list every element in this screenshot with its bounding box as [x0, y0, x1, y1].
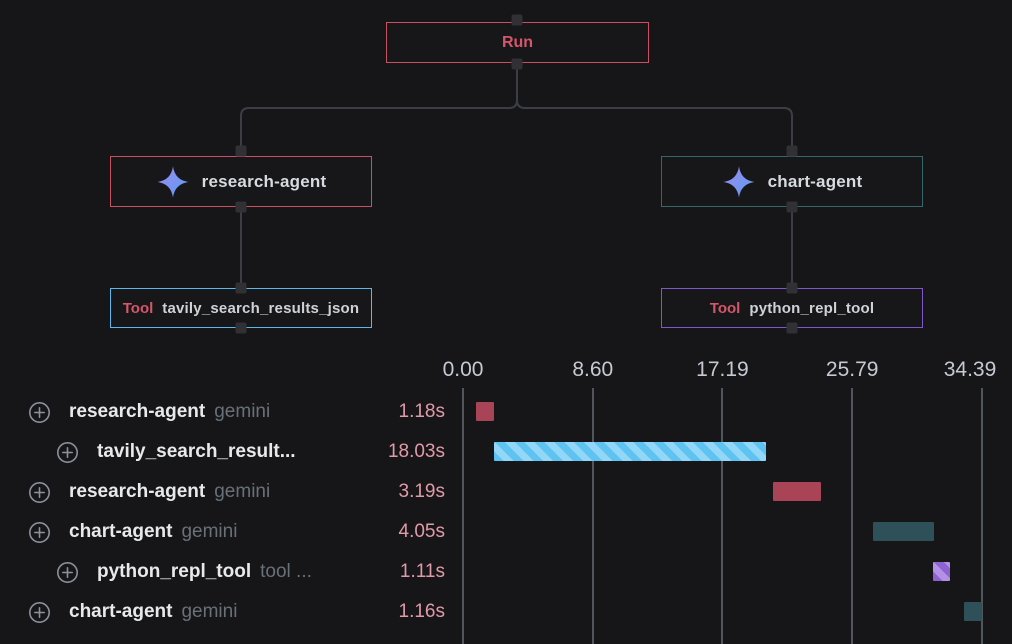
gantt-bar[interactable] — [773, 482, 821, 501]
connector-handle — [787, 146, 798, 157]
node-run[interactable]: Run — [386, 22, 649, 63]
row-name: python_repl_tool — [97, 561, 251, 583]
row-subtitle: gemini — [214, 481, 270, 503]
run-node-label: Run — [502, 34, 533, 52]
node-tool-python-repl[interactable]: Tool python_repl_tool — [661, 288, 923, 328]
row-name: chart-agent — [69, 601, 172, 623]
axis-tick-label: 25.79 — [826, 358, 879, 382]
tool-badge: Tool — [123, 300, 154, 317]
row-name: research-agent — [69, 401, 205, 423]
row-name: chart-agent — [69, 521, 172, 543]
axis-tick-label: 8.60 — [572, 358, 613, 382]
row-name: tavily_search_result... — [97, 441, 296, 463]
gantt-bar[interactable] — [494, 442, 766, 461]
tool-node-label: python_repl_tool — [749, 300, 874, 317]
edge-run-to-research — [241, 64, 517, 150]
row-subtitle: gemini — [214, 401, 270, 423]
trace-row[interactable]: python_repl_tool tool ... 1.11s — [0, 552, 1012, 592]
node-tool-tavily-search[interactable]: Tool tavily_search_results_json — [110, 288, 372, 328]
expand-plus-icon[interactable] — [28, 401, 51, 424]
gantt-timeline: 0.00 8.60 17.19 25.79 34.39 research-agent ge… — [0, 350, 1012, 644]
gantt-bar[interactable] — [476, 402, 494, 421]
node-research-agent[interactable]: research-agent — [110, 156, 372, 207]
gantt-bar[interactable] — [964, 602, 982, 621]
row-name: research-agent — [69, 481, 205, 503]
row-subtitle: gemini — [181, 601, 237, 623]
node-chart-agent[interactable]: chart-agent — [661, 156, 923, 207]
sparkle-icon — [722, 165, 756, 199]
axis-tick-label: 17.19 — [696, 358, 749, 382]
row-duration: 3.19s — [399, 481, 445, 503]
connector-handle — [236, 146, 247, 157]
tool-node-label: tavily_search_results_json — [162, 300, 359, 317]
tool-badge: Tool — [710, 300, 741, 317]
trace-row[interactable]: chart-agent gemini 4.05s — [0, 512, 1012, 552]
gantt-bar[interactable] — [933, 562, 950, 581]
row-duration: 1.16s — [399, 601, 445, 623]
agent-node-label: chart-agent — [768, 172, 863, 192]
trace-row[interactable]: research-agent gemini 1.18s — [0, 392, 1012, 432]
trace-row[interactable]: research-agent gemini 3.19s — [0, 472, 1012, 512]
gantt-bar[interactable] — [873, 522, 934, 541]
agent-node-label: research-agent — [202, 172, 327, 192]
expand-plus-icon[interactable] — [56, 441, 79, 464]
edge-run-to-chart — [517, 64, 792, 150]
row-duration: 1.11s — [400, 561, 445, 583]
trace-row[interactable]: chart-agent gemini 1.16s — [0, 592, 1012, 632]
row-subtitle: gemini — [181, 521, 237, 543]
expand-plus-icon[interactable] — [56, 561, 79, 584]
axis-tick-label: 0.00 — [443, 358, 484, 382]
trace-row[interactable]: tavily_search_result... 18.03s — [0, 432, 1012, 472]
row-subtitle: tool ... — [260, 561, 312, 583]
row-duration: 1.18s — [399, 401, 445, 423]
row-duration: 18.03s — [388, 441, 445, 463]
expand-plus-icon[interactable] — [28, 521, 51, 544]
row-duration: 4.05s — [399, 521, 445, 543]
axis-tick-label: 34.39 — [944, 358, 997, 382]
expand-plus-icon[interactable] — [28, 601, 51, 624]
sparkle-icon — [156, 165, 190, 199]
expand-plus-icon[interactable] — [28, 481, 51, 504]
